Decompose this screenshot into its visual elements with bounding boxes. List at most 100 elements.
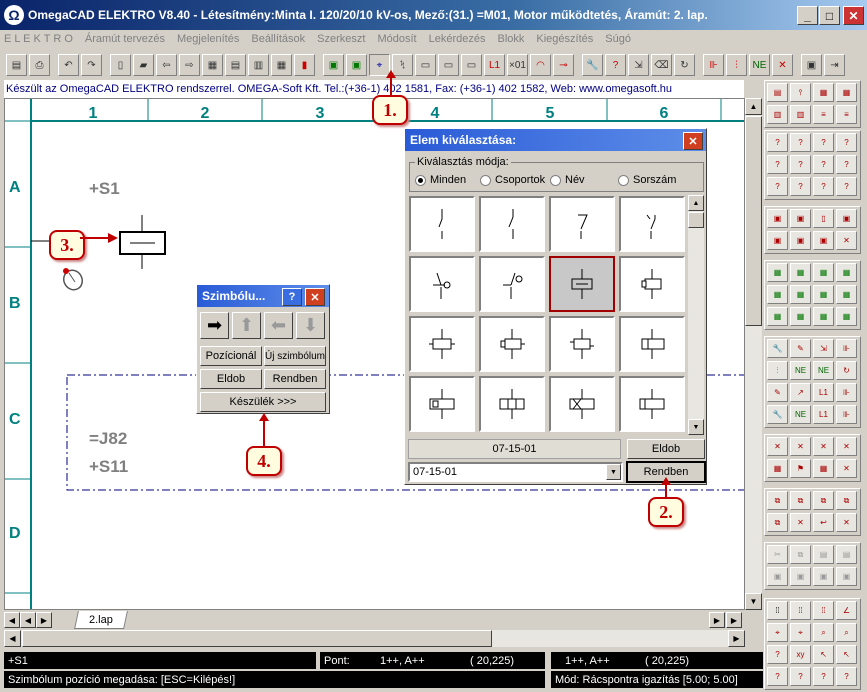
menu-megjelenites[interactable]: Megjelenítés <box>177 33 239 45</box>
tool-paste-gray-icon[interactable]: ▤ <box>813 545 834 564</box>
tab-nav-next-icon[interactable]: ▶ <box>36 612 52 628</box>
symbol-cell[interactable] <box>479 196 545 252</box>
symbol-ok-button[interactable]: Rendben <box>264 369 326 389</box>
tab-nav-first-icon[interactable]: ◀ <box>4 612 20 628</box>
symbol-cell[interactable] <box>619 316 685 372</box>
symbol-cell[interactable] <box>409 196 475 252</box>
tool-doc-icon[interactable]: ▦ <box>813 83 834 102</box>
tool-zoom-icon[interactable]: ⌕ <box>813 623 834 642</box>
tool-multi-icon[interactable]: ⫶ <box>767 361 788 380</box>
arrow-right-button[interactable]: ➡ <box>200 312 229 339</box>
tool-frame-2-icon[interactable]: ▣ <box>790 209 811 228</box>
tool-help-4-icon[interactable]: ? <box>813 667 834 686</box>
device-button[interactable]: Készülék >>> <box>200 392 326 412</box>
move-icon[interactable]: ⇲ <box>628 54 649 76</box>
sheet-grid-icon[interactable]: ▦ <box>271 54 292 76</box>
tool-list-icon[interactable]: ▤ <box>767 83 788 102</box>
scroll-up-icon[interactable]: ▲ <box>745 98 762 115</box>
grid-scroll-down-icon[interactable]: ▼ <box>688 419 704 435</box>
tool-blank-icon[interactable]: ▯ <box>813 209 834 228</box>
tool-grid-icon[interactable]: ▦ <box>767 459 788 478</box>
mode-number-radio[interactable]: Sorszám <box>618 174 676 186</box>
tool-query-10-icon[interactable]: ? <box>790 177 811 196</box>
menu-szerkeszt[interactable]: Szerkeszt <box>317 33 365 45</box>
mode-groups-radio[interactable]: Csoportok <box>480 174 545 186</box>
menu-kiegeszites[interactable]: Kiegészítés <box>536 33 593 45</box>
tool-green-11-icon[interactable]: ▦ <box>813 307 834 326</box>
sheet-icon[interactable]: ▦ <box>202 54 223 76</box>
element-discard-button[interactable]: Eldob <box>627 439 705 459</box>
tool-snap-icon[interactable]: ⌖ <box>767 623 788 642</box>
tool-cut-icon[interactable]: ✂ <box>767 545 788 564</box>
tool-bus-4-icon[interactable]: ⊪ <box>836 383 857 402</box>
menu-blokk[interactable]: Blokk <box>497 33 524 45</box>
ne-icon[interactable]: NE <box>749 54 770 76</box>
tool-gray-2-icon[interactable]: ▣ <box>790 567 811 586</box>
maximize-button[interactable]: □ <box>819 6 840 25</box>
tool-x-5-icon[interactable]: ✕ <box>836 459 857 478</box>
tool-move-icon[interactable]: ⇲ <box>813 339 834 358</box>
symbol-cell[interactable] <box>619 196 685 252</box>
tool-help-5-icon[interactable]: ? <box>836 667 857 686</box>
tool-frame-3-icon[interactable]: ▣ <box>836 209 857 228</box>
tool-green-12-icon[interactable]: ▦ <box>836 307 857 326</box>
scroll-left-icon[interactable]: ◀ <box>4 630 21 647</box>
tool-pointer-icon[interactable]: ↖ <box>813 645 834 664</box>
element-combo[interactable]: 07-15-01 ▼ <box>408 462 623 482</box>
tool-query-9-icon[interactable]: ? <box>767 177 788 196</box>
tool-green-7-icon[interactable]: ▦ <box>813 285 834 304</box>
tool-query-8-icon[interactable]: ? <box>836 155 857 174</box>
tool-x-6-icon[interactable]: ✕ <box>790 513 811 532</box>
tool-help-2-icon[interactable]: ? <box>767 667 788 686</box>
tool-dots-2-icon[interactable]: ⁞⁞ <box>790 601 811 620</box>
arrow-up-button[interactable]: ⬆ <box>232 312 261 339</box>
tool-x-3-icon[interactable]: ✕ <box>813 437 834 456</box>
menu-modosit[interactable]: Módosít <box>377 33 416 45</box>
connector-icon[interactable]: ⊸ <box>553 54 574 76</box>
tool-bus-2-icon[interactable]: ≡ <box>836 105 857 124</box>
tool-x-icon[interactable]: ✕ <box>767 437 788 456</box>
tool-query-6-icon[interactable]: ? <box>790 155 811 174</box>
tool-green-6-icon[interactable]: ▦ <box>790 285 811 304</box>
tool-copy-icon[interactable]: ⧉ <box>767 491 788 510</box>
tool-rotate-icon[interactable]: ↻ <box>836 361 857 380</box>
tool-angle-icon[interactable]: ∠ <box>836 601 857 620</box>
tool-table-2-icon[interactable]: ▥ <box>790 105 811 124</box>
tool-query-7-icon[interactable]: ? <box>813 155 834 174</box>
tool-query-3-icon[interactable]: ? <box>813 133 834 152</box>
tool-query-2-icon[interactable]: ? <box>790 133 811 152</box>
wrench-icon[interactable]: 🔧 <box>582 54 603 76</box>
tool-copy-3-icon[interactable]: ⧉ <box>813 491 834 510</box>
erase-icon[interactable]: ⌫ <box>651 54 672 76</box>
tool-frame-6-icon[interactable]: ▣ <box>813 231 834 250</box>
tool-x-7-icon[interactable]: ✕ <box>836 513 857 532</box>
open-folder-icon[interactable]: ▰ <box>133 54 154 76</box>
tool-green-5-icon[interactable]: ▦ <box>767 285 788 304</box>
symbol-grid-scrollbar[interactable]: ▲ ▼ <box>688 195 704 435</box>
symbol-cell[interactable] <box>619 376 685 432</box>
scroll-right-icon[interactable]: ▶ <box>728 630 745 647</box>
symbol-cell[interactable] <box>409 256 475 312</box>
tool-green-4-icon[interactable]: ▦ <box>836 263 857 282</box>
symbol-cell-selected[interactable] <box>549 256 615 312</box>
menu-lekerdezes[interactable]: Lekérdezés <box>429 33 486 45</box>
tool-dots-icon[interactable]: ⁞⁞ <box>767 601 788 620</box>
vertical-scrollbar[interactable]: ▲ ▼ <box>745 98 762 610</box>
terminal-2-icon[interactable]: ▭ <box>438 54 459 76</box>
tool-help-icon[interactable]: ? <box>767 645 788 664</box>
scroll-down-icon[interactable]: ▼ <box>745 593 762 610</box>
tool-wire-icon[interactable]: ⫯ <box>790 83 811 102</box>
tool-l1-icon[interactable]: L1 <box>813 383 834 402</box>
symbol-close-button[interactable]: ✕ <box>305 288 325 306</box>
symbol-cell[interactable] <box>549 196 615 252</box>
tool-help-3-icon[interactable]: ? <box>790 667 811 686</box>
tool-delete-icon[interactable]: ✕ <box>836 231 857 250</box>
bus-icon[interactable]: ⊪ <box>703 54 724 76</box>
symbol-help-button[interactable]: ? <box>282 288 302 306</box>
tool-xy-icon[interactable]: xy <box>790 645 811 664</box>
symbol-cell[interactable] <box>479 316 545 372</box>
tool-wrench-2-icon[interactable]: 🔧 <box>767 405 788 424</box>
print-icon[interactable]: ⎙ <box>29 54 50 76</box>
tool-ne-2-icon[interactable]: NE <box>813 361 834 380</box>
delete-x-icon[interactable]: ✕ <box>772 54 793 76</box>
